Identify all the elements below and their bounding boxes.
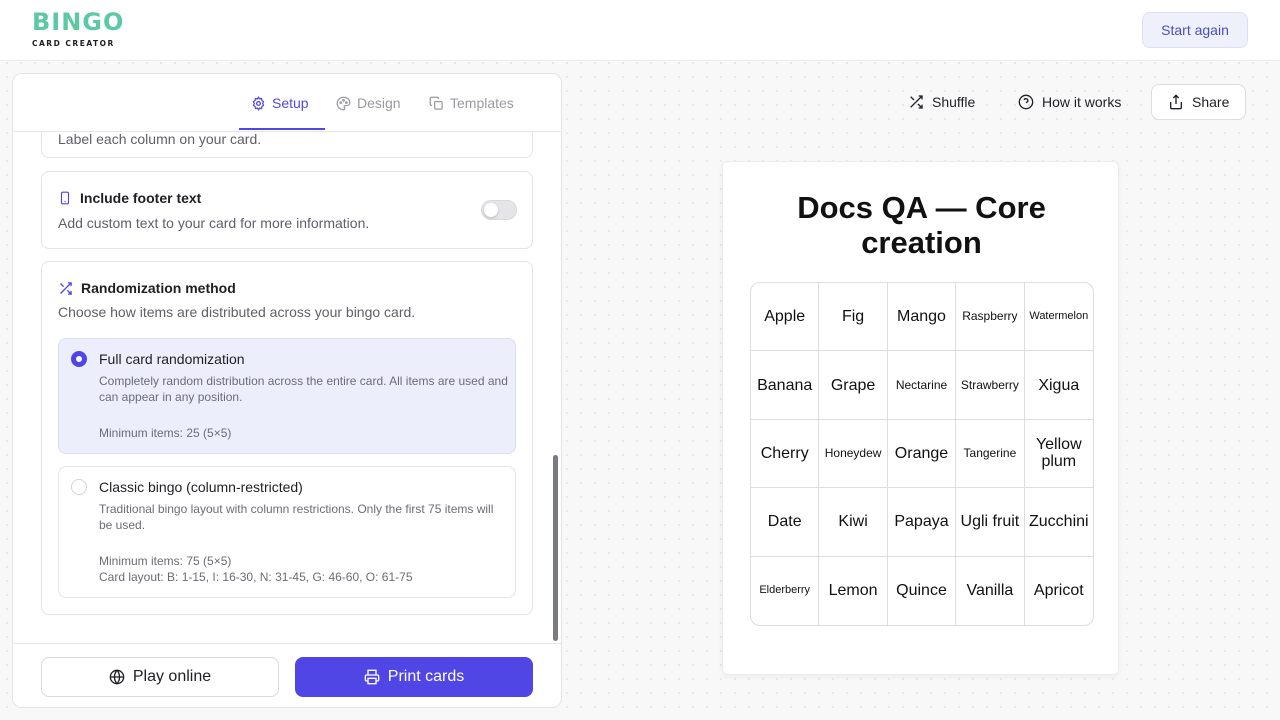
- footer-text-title-label: Include footer text: [80, 190, 202, 206]
- bingo-cell[interactable]: Cherry: [751, 419, 820, 489]
- play-online-button[interactable]: Play online: [41, 657, 279, 697]
- bingo-cell[interactable]: Tangerine: [956, 419, 1025, 489]
- option-classic-layout: Card layout: B: 1-15, I: 16-30, N: 31-45…: [99, 570, 413, 584]
- palette-icon: [336, 96, 351, 110]
- bingo-cell[interactable]: Banana: [751, 351, 820, 420]
- play-online-label: Play online: [132, 668, 212, 685]
- bingo-cell[interactable]: Lemon: [819, 556, 888, 625]
- randomization-title-label: Randomization method: [81, 280, 236, 296]
- footer-text-card: Include footer text Add custom text to y…: [41, 171, 533, 249]
- settings-panel: Setup Design Templates Label each column…: [12, 73, 562, 708]
- column-labels-card: Label each column on your card.: [41, 132, 533, 158]
- bingo-cell[interactable]: Strawberry: [956, 351, 1025, 420]
- randomization-card: Randomization method Choose how items ar…: [41, 261, 533, 615]
- randomization-title: Randomization method: [58, 280, 236, 296]
- bingo-cell[interactable]: Zucchini: [1024, 488, 1093, 557]
- phone-icon: [60, 191, 70, 205]
- card-title-line-1: Docs QA — Core: [797, 190, 1046, 225]
- tab-templates-label: Templates: [450, 95, 514, 111]
- settings-scroll-area[interactable]: Label each column on your card. Include …: [13, 132, 561, 643]
- copy-icon: [429, 96, 443, 110]
- bingo-cell[interactable]: Vanilla: [956, 556, 1025, 625]
- tab-setup[interactable]: Setup: [251, 92, 309, 114]
- printer-icon: [364, 669, 380, 685]
- bingo-cell[interactable]: Apricot: [1025, 557, 1093, 625]
- share-icon: [1170, 94, 1182, 110]
- tab-design-label: Design: [357, 95, 401, 111]
- bingo-cell[interactable]: Date: [751, 488, 820, 557]
- tab-design[interactable]: Design: [336, 92, 401, 114]
- bingo-cell[interactable]: Kiwi: [819, 488, 888, 557]
- logo-main-text: BINGO: [32, 8, 125, 36]
- bingo-cell[interactable]: Elderberry: [751, 556, 820, 625]
- option-classic-desc: Traditional bingo layout with column res…: [99, 502, 494, 532]
- randomization-desc: Choose how items are distributed across …: [58, 304, 416, 320]
- bingo-card-preview: Docs QA — Core creation Apple Fig Mango …: [722, 161, 1119, 675]
- footer-text-desc: Add custom text to your card for more in…: [58, 215, 370, 231]
- bingo-cell[interactable]: Mango: [887, 283, 957, 352]
- bingo-cell[interactable]: Raspberry: [956, 283, 1025, 352]
- card-title-line-2: creation: [861, 225, 982, 260]
- bingo-grid: Apple Fig Mango Raspberry Watermelon Ban…: [750, 282, 1094, 626]
- bingo-cell[interactable]: Papaya: [887, 488, 957, 557]
- option-classic-bingo[interactable]: Classic bingo (column-restricted) Tradit…: [58, 466, 516, 598]
- how-it-works-button[interactable]: How it works: [1008, 85, 1131, 119]
- shuffle-icon: [910, 95, 923, 109]
- bingo-cell[interactable]: Yellow plum: [1024, 420, 1093, 489]
- bingo-cell[interactable]: Watermelon: [1024, 283, 1093, 352]
- bingo-cell[interactable]: Grape: [819, 351, 888, 420]
- help-circle-icon: [1018, 94, 1034, 110]
- logo-sub-text: CARD CREATOR: [32, 39, 115, 48]
- bingo-cell[interactable]: Xigua: [1024, 351, 1093, 420]
- bingo-cell[interactable]: Orange: [887, 419, 957, 489]
- shuffle-button[interactable]: Shuffle: [898, 85, 985, 119]
- option-full-card-randomization[interactable]: Full card randomization Completely rando…: [58, 338, 516, 454]
- globe-icon: [109, 669, 125, 685]
- active-tab-indicator: [239, 128, 325, 130]
- gear-icon: [252, 95, 265, 111]
- tab-setup-label: Setup: [272, 95, 309, 111]
- radio-full-card[interactable]: [71, 351, 87, 367]
- option-classic-min: Minimum items: 75 (5×5): [99, 554, 232, 568]
- scrollbar-thumb[interactable]: [553, 455, 558, 641]
- radio-classic-bingo[interactable]: [71, 479, 87, 495]
- column-labels-desc: Label each column on your card.: [58, 132, 262, 147]
- bingo-cell[interactable]: Nectarine: [887, 351, 957, 420]
- option-full-card-min: Minimum items: 25 (5×5): [99, 426, 232, 440]
- option-classic-title: Classic bingo (column-restricted): [99, 479, 303, 495]
- option-full-card-title: Full card randomization: [99, 351, 245, 367]
- print-cards-button[interactable]: Print cards: [295, 657, 533, 697]
- bingo-cell[interactable]: Apple: [751, 283, 820, 352]
- shuffle-icon: [60, 281, 72, 295]
- bingo-cell[interactable]: Ugli fruit: [956, 488, 1025, 557]
- bingo-cell[interactable]: Quince: [888, 556, 957, 625]
- top-bar: BINGO CARD CREATOR Start again: [0, 0, 1280, 61]
- tab-templates[interactable]: Templates: [429, 92, 514, 114]
- print-cards-label: Print cards: [387, 668, 465, 685]
- card-title: Docs QA — Core creation: [723, 190, 1120, 260]
- footer-text-title: Include footer text: [58, 190, 201, 206]
- bingo-cell[interactable]: Honeydew: [819, 419, 888, 489]
- footer-text-toggle[interactable]: [481, 200, 517, 220]
- shuffle-label: Shuffle: [932, 94, 976, 110]
- logo[interactable]: BINGO CARD CREATOR: [32, 8, 125, 54]
- panel-footer: Play online Print cards: [13, 643, 561, 707]
- bingo-cell[interactable]: Fig: [819, 283, 888, 352]
- share-button[interactable]: Share: [1151, 84, 1247, 120]
- share-label: Share: [1192, 94, 1230, 110]
- start-again-button[interactable]: Start again: [1142, 12, 1248, 48]
- how-it-works-label: How it works: [1042, 94, 1122, 110]
- tab-bar: Setup Design Templates: [13, 74, 561, 132]
- option-full-card-desc: Completely random distribution across th…: [99, 374, 508, 404]
